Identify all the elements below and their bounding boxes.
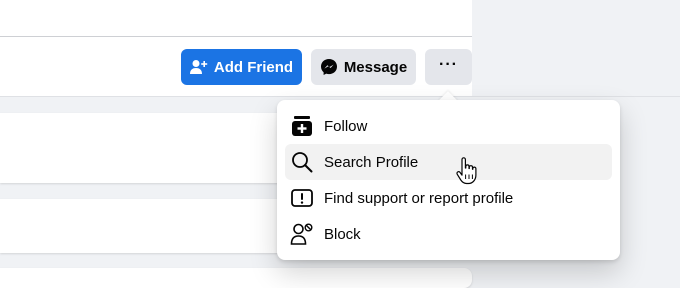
menu-item-search-profile[interactable]: Search Profile	[285, 144, 612, 180]
profile-options-menu: Follow Search Profile Find support or re…	[277, 100, 620, 260]
header-divider	[0, 36, 472, 37]
hand-pointer-cursor-icon	[456, 157, 478, 185]
messenger-icon	[320, 58, 338, 76]
more-options-icon: ···	[439, 56, 458, 73]
add-friend-icon	[189, 59, 208, 75]
block-icon	[290, 222, 314, 246]
menu-item-label: Block	[324, 225, 361, 243]
menu-item-label: Find support or report profile	[324, 189, 514, 207]
message-button[interactable]: Message	[311, 49, 416, 85]
menu-item-follow[interactable]: Follow	[285, 108, 612, 144]
search-icon	[290, 150, 314, 174]
message-label: Message	[343, 58, 408, 76]
add-friend-label: Add Friend	[213, 58, 294, 76]
report-icon	[290, 186, 314, 210]
menu-item-block[interactable]: Block	[285, 216, 612, 252]
more-options-button[interactable]: ···	[425, 49, 472, 85]
menu-item-report-profile[interactable]: Find support or report profile	[285, 180, 612, 216]
header-bottom-border	[0, 96, 680, 97]
content-card	[0, 268, 472, 288]
menu-item-label: Follow	[324, 117, 368, 135]
menu-item-label: Search Profile	[324, 153, 419, 171]
add-friend-button[interactable]: Add Friend	[181, 49, 302, 85]
follow-icon	[290, 114, 314, 138]
